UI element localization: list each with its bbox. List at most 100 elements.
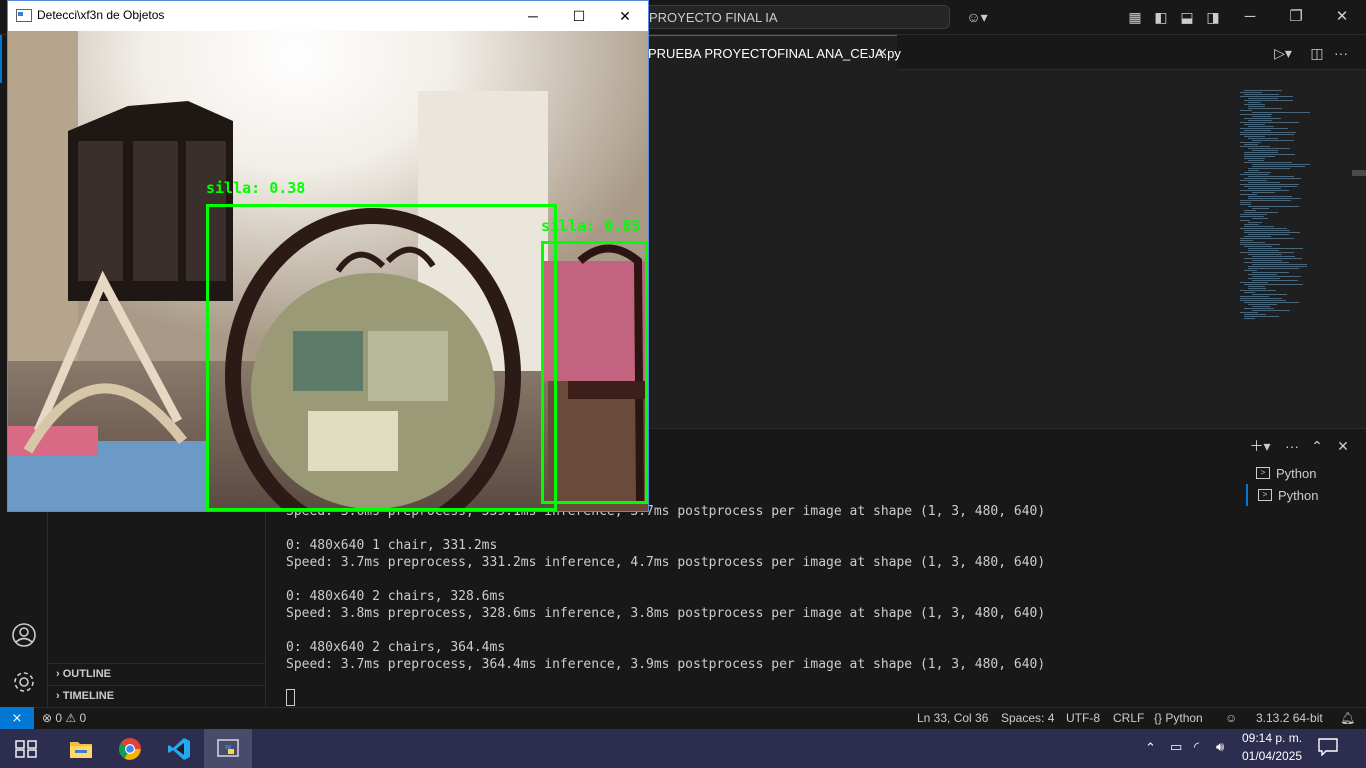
minimap-line — [1248, 198, 1301, 199]
file-explorer-icon[interactable] — [57, 729, 105, 768]
minimap-line — [1240, 96, 1293, 97]
minimap-line — [1244, 154, 1295, 155]
editor-minimap[interactable] — [1236, 90, 1354, 330]
cv-minimize-icon[interactable]: ─ — [510, 4, 556, 28]
terminal-item-label: Python — [1276, 465, 1317, 481]
python-interpreter[interactable]: 3.13.2 64-bit — [1256, 711, 1323, 725]
terminal-item[interactable]: > Python — [1246, 462, 1366, 484]
minimap-line — [1240, 282, 1268, 283]
terminal-line: Speed: 3.8ms preprocess, 328.6ms inferen… — [286, 606, 1046, 621]
terminal-line: 0: 480x640 2 chairs, 364.4ms — [286, 640, 506, 655]
copilot-status-icon[interactable]: ☺ — [1225, 711, 1237, 725]
terminal-output[interactable]: Speed: 3.6ms preprocess, 339.1ms inferen… — [286, 503, 1226, 673]
minimap-line — [1244, 152, 1278, 153]
timeline-section[interactable]: › TIMELINE — [48, 685, 266, 707]
minimap-line — [1248, 148, 1290, 149]
editor-scrollbar-thumb[interactable] — [1352, 170, 1366, 176]
minimap-line — [1244, 162, 1292, 163]
toggle-panel-icon[interactable]: ⬓ — [1178, 8, 1196, 26]
minimap-line — [1240, 132, 1296, 133]
minimap-line — [1252, 294, 1287, 295]
volume-icon[interactable]: 🔊︎ — [1216, 739, 1224, 755]
minimap-line — [1244, 144, 1258, 145]
minimap-line — [1252, 164, 1310, 165]
show-hidden-icons-icon[interactable]: ⌃ — [1145, 740, 1156, 756]
minimap-line — [1244, 258, 1302, 259]
minimap-line — [1248, 254, 1282, 255]
terminal-item[interactable]: > Python — [1246, 484, 1366, 506]
run-python-file-icon[interactable]: ▷▾ — [1268, 44, 1298, 62]
minimap-line — [1240, 202, 1251, 203]
toggle-secondary-sidebar-icon[interactable]: ◨ — [1204, 8, 1222, 26]
minimap-line — [1252, 280, 1298, 281]
maximize-panel-icon[interactable]: ⌃ — [1308, 437, 1326, 455]
cursor-position[interactable]: Ln 33, Col 36 — [917, 711, 988, 725]
command-center-search[interactable]: PROYECTO FINAL IA — [640, 5, 950, 29]
close-panel-icon[interactable]: ✕ — [1334, 437, 1352, 455]
terminal-item-label: Python — [1278, 487, 1319, 503]
terminal-line: 0: 480x640 2 chairs, 328.6ms — [286, 589, 506, 604]
accounts-icon[interactable] — [10, 621, 38, 649]
minimap-line — [1240, 290, 1276, 291]
chrome-icon[interactable] — [106, 729, 154, 768]
cv-maximize-icon[interactable]: ☐ — [556, 4, 602, 28]
taskbar-clock-time[interactable]: 09:14 p. m. — [1242, 731, 1302, 745]
indentation[interactable]: Spaces: 4 — [1001, 711, 1054, 725]
end-of-line[interactable]: CRLF — [1113, 711, 1144, 725]
minimap-line — [1244, 104, 1265, 105]
remote-indicator-icon[interactable]: ⨯ — [0, 707, 34, 729]
minimap-line — [1240, 312, 1258, 313]
notification-center-icon[interactable] — [1318, 738, 1338, 761]
language-mode[interactable]: {} Python — [1154, 711, 1203, 725]
minimap-line — [1252, 166, 1305, 167]
minimap-line — [1240, 190, 1289, 191]
copilot-icon[interactable]: ☺▾ — [962, 8, 992, 26]
panel-more-icon[interactable]: ··· — [1283, 437, 1301, 455]
task-view-icon[interactable] — [2, 729, 50, 768]
minimap-line — [1248, 98, 1278, 99]
file-encoding[interactable]: UTF-8 — [1066, 711, 1100, 725]
python-opencv-window-icon[interactable] — [204, 729, 252, 768]
terminal-line: 0: 480x640 1 chair, 331.2ms — [286, 538, 498, 553]
minimap-line — [1240, 244, 1280, 245]
minimap-line — [1240, 174, 1269, 175]
split-editor-icon[interactable]: ◫ — [1308, 44, 1326, 62]
minimap-line — [1248, 168, 1290, 169]
cv-close-icon[interactable]: ✕ — [602, 4, 648, 28]
layout-customize-icon[interactable]: ▦ — [1126, 8, 1144, 26]
minimap-line — [1240, 214, 1267, 215]
tab-close-icon[interactable]: ✕ — [877, 45, 888, 61]
new-terminal-icon[interactable]: ＋▾ — [1245, 437, 1275, 455]
minimap-line — [1248, 108, 1282, 109]
minimize-icon[interactable]: ─ — [1238, 6, 1262, 28]
toggle-primary-sidebar-icon[interactable]: ◧ — [1152, 8, 1170, 26]
minimap-line — [1240, 110, 1252, 111]
minimap-line — [1244, 136, 1265, 137]
activity-active-indicator — [0, 35, 2, 83]
minimap-line — [1240, 134, 1294, 135]
close-icon[interactable]: ✕ — [1330, 6, 1354, 28]
wifi-icon[interactable]: ◜ — [1194, 739, 1199, 755]
minimap-line — [1240, 122, 1299, 123]
manage-gear-icon[interactable] — [10, 668, 38, 696]
problems-status[interactable]: ⊗ 0 ⚠ 0 — [42, 711, 86, 725]
notifications-bell-icon[interactable]: 🔔︎ — [1340, 711, 1355, 725]
minimap-line — [1248, 196, 1292, 197]
minimap-line — [1252, 116, 1271, 117]
outline-section[interactable]: › OUTLINE — [48, 663, 266, 685]
vscode-taskbar-icon[interactable] — [155, 729, 203, 768]
tab-active-file[interactable]: PRUEBA PROYECTOFINAL ANA_CEJA.py — [640, 35, 901, 70]
terminal-line: Speed: 3.7ms preprocess, 364.4ms inferen… — [286, 657, 1046, 672]
minimap-line — [1252, 272, 1289, 273]
taskbar-clock-date[interactable]: 01/04/2025 — [1242, 749, 1302, 763]
minimap-line — [1244, 316, 1279, 317]
detection-box-chair-2 — [541, 241, 648, 504]
minimap-line — [1240, 92, 1262, 93]
minimap-line — [1244, 130, 1271, 131]
battery-icon[interactable]: ▭ — [1170, 739, 1182, 755]
restore-icon[interactable]: ❐ — [1284, 6, 1308, 28]
minimap-line — [1248, 222, 1262, 223]
more-actions-icon[interactable]: ··· — [1332, 44, 1350, 62]
timeline-label: TIMELINE — [62, 690, 115, 702]
